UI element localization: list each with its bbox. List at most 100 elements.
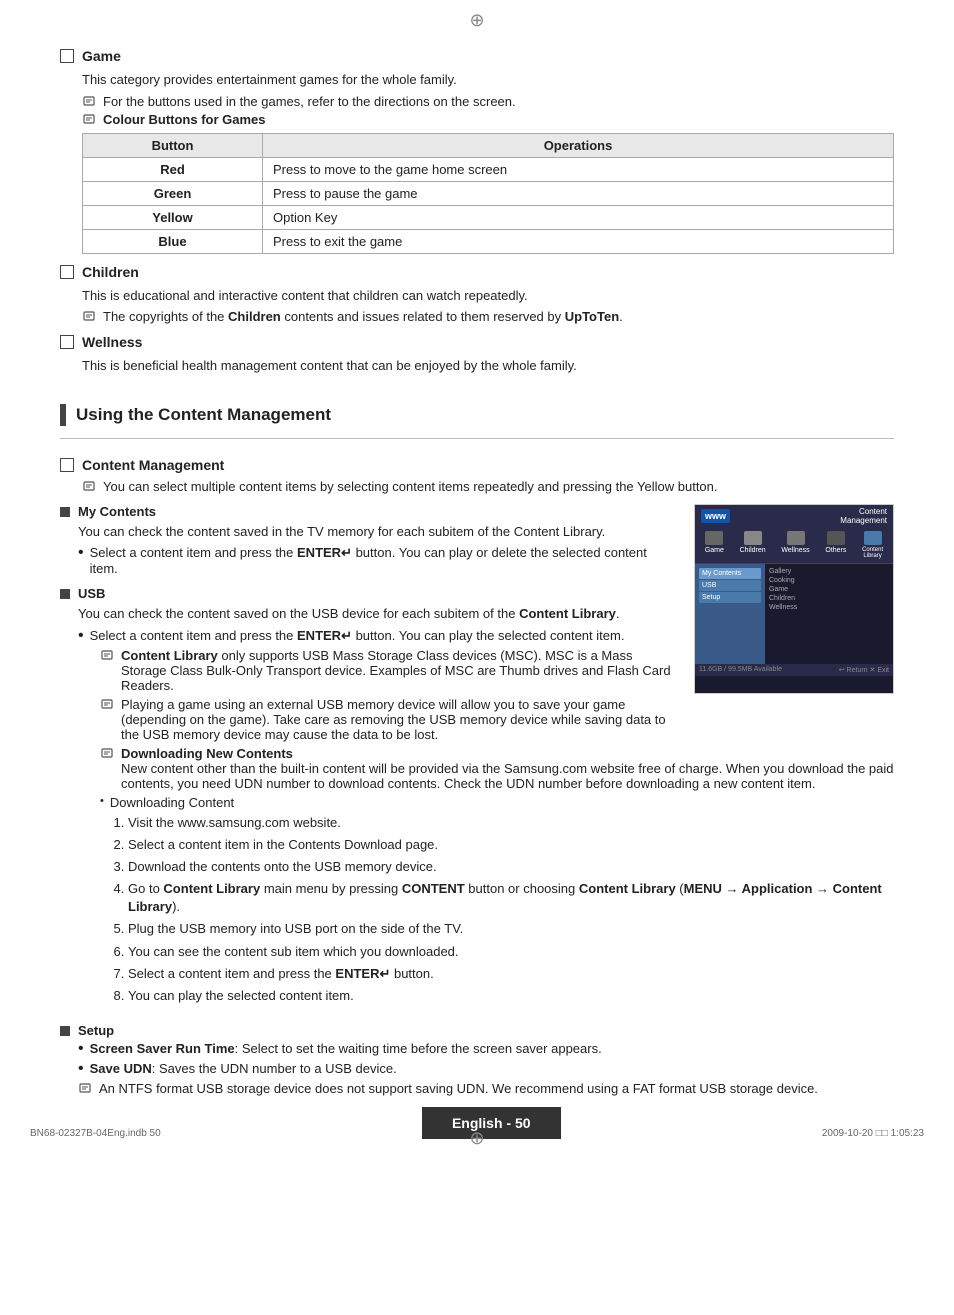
wellness-body-text: This is beneficial health management con…: [82, 356, 894, 376]
op-red: Press to move to the game home screen: [263, 157, 894, 181]
op-yellow: Option Key: [263, 205, 894, 229]
step-8: You can play the selected content item.: [128, 987, 894, 1005]
wellness-title: Wellness: [82, 334, 142, 350]
screen-top-bar: www ContentManagement: [695, 505, 893, 527]
page-number-badge: English - 50: [422, 1107, 561, 1139]
setup-note1-text: An NTFS format USB storage device does n…: [99, 1081, 818, 1096]
op-blue: Press to exit the game: [263, 229, 894, 253]
wellness-body: This is beneficial health management con…: [82, 356, 894, 376]
colour-table-note: Colour Buttons for Games: [103, 112, 266, 127]
table-row: Yellow Option Key: [83, 205, 894, 229]
pencil-icon5: [82, 479, 98, 493]
screen-setup: Setup: [699, 592, 761, 603]
game-note1: For the buttons used in the games, refer…: [82, 94, 894, 109]
bullet-icon10: •: [78, 1061, 84, 1077]
usb-note2-text: Playing a game using an external USB mem…: [121, 697, 678, 742]
step-1: Visit the www.samsung.com website.: [128, 814, 894, 832]
content-mgmt-title: Content Management: [82, 457, 224, 473]
setup-note1: An NTFS format USB storage device does n…: [78, 1081, 894, 1096]
content-mgmt-note-text: You can select multiple content items by…: [103, 479, 718, 494]
pencil-icon9: [78, 1081, 94, 1095]
footer-center: English - 50: [422, 1107, 561, 1139]
step-5: Plug the USB memory into USB port on the…: [128, 920, 894, 938]
downloading-label: Downloading Content: [110, 795, 234, 810]
my-contents-bullet1: • Select a content item and press the EN…: [78, 545, 678, 576]
table-row: Green Press to pause the game: [83, 181, 894, 205]
children-title: Children: [82, 264, 139, 280]
usb-note3-text: Downloading New Contents New content oth…: [121, 746, 894, 791]
children-body: This is educational and interactive cont…: [82, 286, 894, 325]
setup-subsection: Setup • Screen Saver Run Time: Select to…: [60, 1023, 894, 1096]
children-note1: The copyrights of the Children contents …: [82, 309, 894, 324]
screen-content-label: ContentManagement: [736, 507, 887, 525]
screen-footer-text: 11.6GB / 99.5MB Available: [699, 666, 782, 673]
screen-children-icon: Children: [740, 531, 766, 559]
game-body: This category provides entertainment gam…: [82, 70, 894, 254]
button-red: Red: [83, 157, 263, 181]
game-title: Game: [82, 48, 121, 64]
section-divider: [60, 438, 894, 439]
pencil-icon2: [82, 112, 98, 126]
screen-others-icon: Others: [825, 531, 846, 559]
pencil-icon3: [82, 309, 98, 323]
children-note-text: The copyrights of the Children contents …: [103, 309, 623, 324]
table-header-button: Button: [83, 133, 263, 157]
screen-wellness-icon: Wellness: [781, 531, 809, 559]
bullet-icon9: •: [78, 1041, 84, 1057]
content-mgmt-body: You can select multiple content items by…: [82, 479, 894, 494]
game-section-header: Game: [60, 48, 894, 64]
pencil-icon6: [100, 648, 116, 662]
section-bar-decoration: [60, 404, 66, 426]
sq-bullet-usb: [60, 589, 70, 599]
setup-bullet2: • Save UDN: Saves the UDN number to a US…: [78, 1061, 894, 1077]
downloading-steps-list: Visit the www.samsung.com website. Selec…: [128, 814, 894, 1006]
screen-www-logo: www: [701, 509, 730, 523]
content-mgmt-note1: You can select multiple content items by…: [82, 479, 894, 494]
usb-bullet1: • Select a content item and press the EN…: [78, 628, 678, 644]
content-mgmt-header: Content Management: [60, 457, 894, 473]
bullet-icon: •: [78, 545, 84, 561]
screen-game: Game: [769, 586, 889, 593]
screen-my-contents: My Contents: [699, 568, 761, 579]
usb-note1: Content Library only supports USB Mass S…: [100, 648, 678, 693]
downloading-content-item: • Downloading Content: [100, 795, 894, 810]
top-crosshair-icon: ⊕: [469, 10, 484, 31]
checkbox-icon3: [60, 265, 74, 279]
screen-ui: www ContentManagement Game Children Well…: [694, 504, 894, 694]
wellness-section-header: Wellness: [60, 334, 894, 350]
screen-right-menu: Gallery Cooking Game Children Wellness: [765, 564, 893, 664]
button-blue: Blue: [83, 229, 263, 253]
my-contents-bullet-text: Select a content item and press the ENTE…: [90, 545, 678, 576]
screen-children: Children: [769, 595, 889, 602]
op-green: Press to pause the game: [263, 181, 894, 205]
bottom-crosshair-icon: ⊕: [469, 1128, 484, 1149]
pencil-icon7: [100, 697, 116, 711]
setup-title: Setup: [78, 1023, 114, 1038]
screen-footer: 11.6GB / 99.5MB Available ↩ Return ✕ Exi…: [695, 664, 893, 676]
colour-buttons-note: Colour Buttons for Games: [82, 112, 894, 127]
usb-bullet-text: Select a content item and press the ENTE…: [90, 628, 625, 644]
screen-return-text: ↩ Return ✕ Exit: [839, 666, 889, 674]
step-6: You can see the content sub item which y…: [128, 943, 894, 961]
my-contents-title: My Contents: [78, 504, 156, 519]
footer-left-text: BN68-02327B-04Eng.indb 50: [30, 1128, 161, 1139]
screen-icons-row: Game Children Wellness Others: [695, 527, 893, 564]
screen-cooking: Cooking: [769, 577, 889, 584]
my-contents-usb-section: www ContentManagement Game Children Well…: [60, 504, 894, 1010]
screen-wellness: Wellness: [769, 604, 889, 611]
table-row: Red Press to move to the game home scree…: [83, 157, 894, 181]
button-green: Green: [83, 181, 263, 205]
setup-bullet2-text: Save UDN: Saves the UDN number to a USB …: [90, 1061, 397, 1076]
screen-content-lib-icon: ContentLibrary: [862, 531, 883, 559]
using-content-mgmt-title: Using the Content Management: [76, 405, 331, 425]
setup-bullet1: • Screen Saver Run Time: Select to set t…: [78, 1041, 894, 1057]
step-7: Select a content item and press the ENTE…: [128, 965, 894, 983]
table-row: Blue Press to exit the game: [83, 229, 894, 253]
footer-right-text: 2009-10-20 □□ 1:05:23: [822, 1128, 924, 1139]
colour-buttons-table: Button Operations Red Press to move to t…: [82, 133, 894, 254]
step-2: Select a content item in the Contents Do…: [128, 836, 894, 854]
usb-note2: Playing a game using an external USB mem…: [100, 697, 678, 742]
usb-note3: Downloading New Contents New content oth…: [100, 746, 894, 791]
screen-usb: USB: [699, 580, 761, 591]
checkbox-icon5: [60, 458, 74, 472]
